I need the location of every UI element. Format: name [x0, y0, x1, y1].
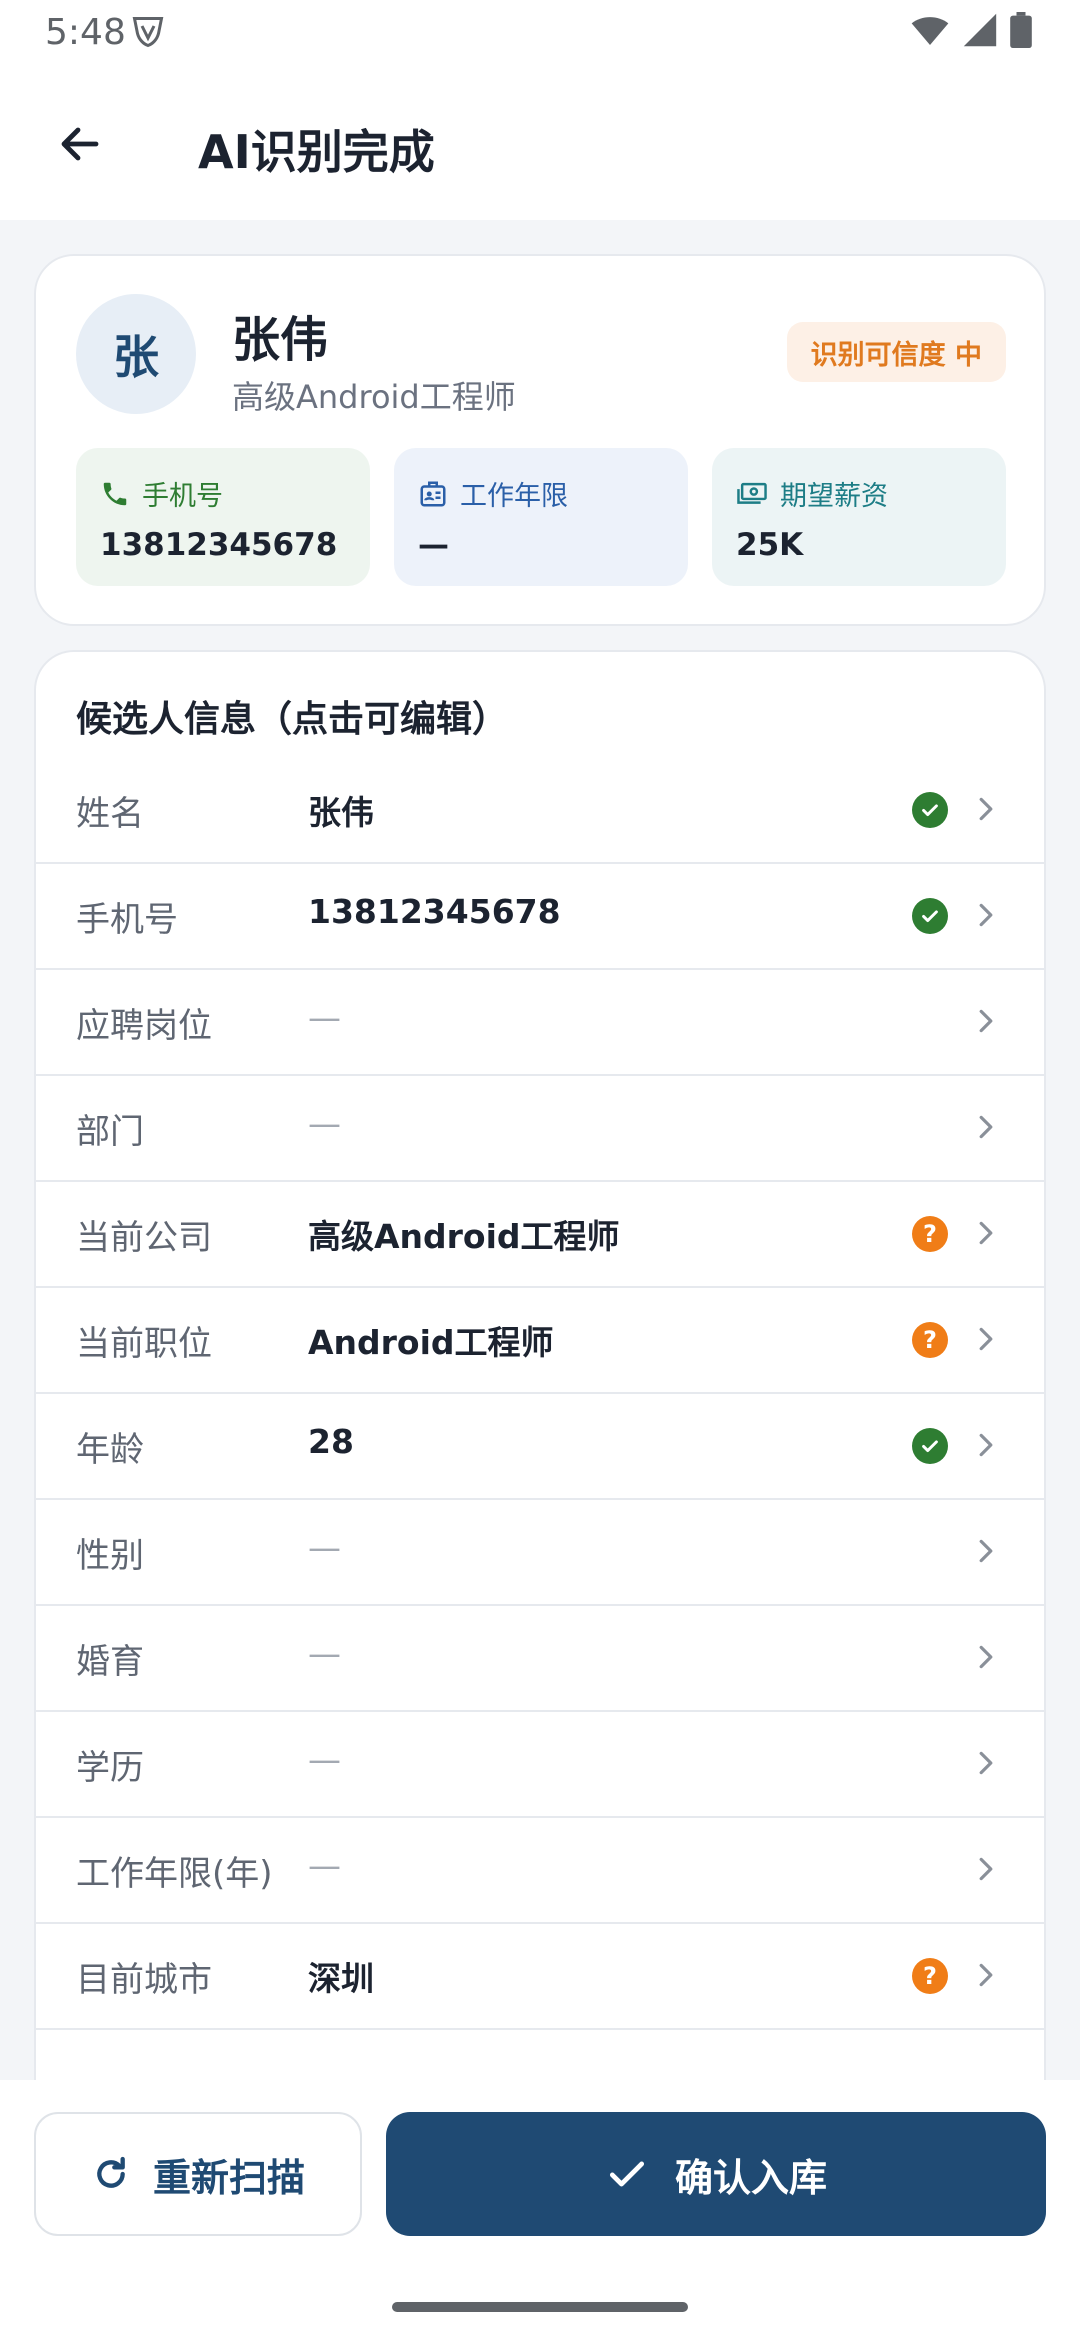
field-label: 姓名	[76, 794, 144, 834]
field-value: —	[308, 998, 341, 1037]
stat-value: —	[418, 527, 449, 563]
app-bar: AI识别完成	[0, 64, 1080, 220]
page-title: AI识别完成	[198, 125, 435, 179]
cell-signal-icon	[962, 12, 998, 52]
field-value: —	[308, 1104, 341, 1143]
chevron-right-icon	[974, 794, 998, 824]
verified-check-icon	[912, 792, 948, 828]
field-value: 高级Android工程师	[308, 1217, 620, 1256]
field-label: 当前职位	[76, 1324, 212, 1364]
chevron-right-icon	[974, 900, 998, 930]
field-label: 应聘岗位	[76, 1006, 212, 1046]
info-rows: 姓名 张伟手机号 13812345678 应聘岗位 — 部门 — 当前公司 高级Android工…	[36, 758, 1044, 2030]
profile-card: 张 张伟 高级Android工程师 识别可信度 中 手机号 1381234567…	[34, 254, 1046, 626]
field-label: 学历	[76, 1748, 144, 1788]
stat-label: 期望薪资	[780, 481, 888, 512]
field-label: 性别	[76, 1536, 144, 1576]
section-title: 候选人信息（点击可编辑）	[76, 699, 509, 740]
vpn-shield-icon	[130, 14, 166, 54]
rescan-button[interactable]: 重新扫描	[34, 2112, 362, 2236]
info-row[interactable]: 当前职位 Android工程师?	[36, 1288, 1044, 1394]
candidate-info-card: 候选人信息（点击可编辑） 姓名 张伟手机号 13812345678 应聘岗位 — 部门 — 当…	[34, 650, 1046, 2100]
info-row[interactable]: 婚育 —	[36, 1606, 1044, 1712]
field-value: —	[308, 1528, 341, 1567]
home-indicator[interactable]	[392, 2302, 688, 2312]
info-row[interactable]: 性别 —	[36, 1500, 1044, 1606]
candidate-name: 张伟	[232, 312, 329, 368]
field-label: 目前城市	[76, 1960, 212, 2000]
stat-salary: 期望薪资 25K	[712, 448, 1006, 586]
chevron-right-icon	[974, 1748, 998, 1778]
status-time: 5:48	[45, 12, 126, 53]
field-label: 手机号	[76, 900, 178, 940]
field-value: 28	[308, 1422, 354, 1461]
field-value: 深圳	[308, 1959, 374, 1998]
battery-icon	[1010, 12, 1032, 52]
confirm-button[interactable]: 确认入库	[386, 2112, 1046, 2236]
status-bar: 5:48	[0, 0, 1080, 64]
field-value: —	[308, 1740, 341, 1779]
field-value: 13812345678	[308, 892, 561, 931]
field-value: —	[308, 1846, 341, 1885]
uncertain-question-icon: ?	[912, 1216, 948, 1252]
stat-value: 13812345678	[100, 527, 338, 563]
field-label: 工作年限(年)	[76, 1854, 273, 1894]
refresh-icon	[97, 2156, 125, 2188]
stat-phone: 手机号 13812345678	[76, 448, 370, 586]
stat-value: 25K	[736, 527, 804, 563]
field-value: 张伟	[308, 793, 374, 832]
info-row[interactable]: 手机号 13812345678	[36, 864, 1044, 970]
field-label: 婚育	[76, 1642, 144, 1682]
chevron-right-icon	[974, 1642, 998, 1672]
field-label: 当前公司	[76, 1218, 212, 1258]
status-icons	[910, 12, 1032, 52]
wifi-icon	[910, 12, 950, 52]
back-button[interactable]	[40, 104, 120, 184]
check-icon	[609, 2161, 645, 2187]
bottom-action-bar: 重新扫描 确认入库	[0, 2080, 1080, 2340]
info-row[interactable]: 姓名 张伟	[36, 758, 1044, 864]
info-row[interactable]: 目前城市 深圳?	[36, 1924, 1044, 2030]
info-row[interactable]: 当前公司 高级Android工程师?	[36, 1182, 1044, 1288]
confidence-badge: 识别可信度 中	[786, 322, 1006, 382]
info-row[interactable]: 学历 —	[36, 1712, 1044, 1818]
stat-label: 工作年限	[460, 481, 568, 512]
chevron-right-icon	[974, 1112, 998, 1142]
avatar: 张	[76, 294, 196, 414]
rescan-label: 重新扫描	[152, 2155, 305, 2200]
info-row[interactable]: 工作年限(年) —	[36, 1818, 1044, 1924]
chevron-right-icon	[974, 1960, 998, 1990]
verified-check-icon	[912, 898, 948, 934]
stat-work-years: 工作年限 —	[394, 448, 688, 586]
stat-label: 手机号	[142, 481, 223, 512]
confirm-label: 确认入库	[674, 2155, 827, 2200]
uncertain-question-icon: ?	[912, 1322, 948, 1358]
field-label: 年龄	[76, 1430, 144, 1470]
chevron-right-icon	[974, 1854, 998, 1884]
phone-icon	[103, 482, 127, 505]
money-icon	[737, 482, 767, 504]
chevron-right-icon	[974, 1430, 998, 1460]
field-value: Android工程师	[308, 1323, 554, 1362]
info-row[interactable]: 部门 —	[36, 1076, 1044, 1182]
candidate-title: 高级Android工程师	[232, 378, 516, 416]
verified-check-icon	[912, 1428, 948, 1464]
field-label: 部门	[76, 1112, 144, 1152]
arrow-left-icon	[61, 127, 99, 161]
info-row[interactable]: 应聘岗位 —	[36, 970, 1044, 1076]
info-row[interactable]: 年龄 28	[36, 1394, 1044, 1500]
chevron-right-icon	[974, 1006, 998, 1036]
chevron-right-icon	[974, 1218, 998, 1248]
uncertain-question-icon: ?	[912, 1958, 948, 1994]
chevron-right-icon	[974, 1536, 998, 1566]
chevron-right-icon	[974, 1324, 998, 1354]
field-value: —	[308, 1634, 341, 1673]
id-badge-icon	[420, 481, 446, 506]
